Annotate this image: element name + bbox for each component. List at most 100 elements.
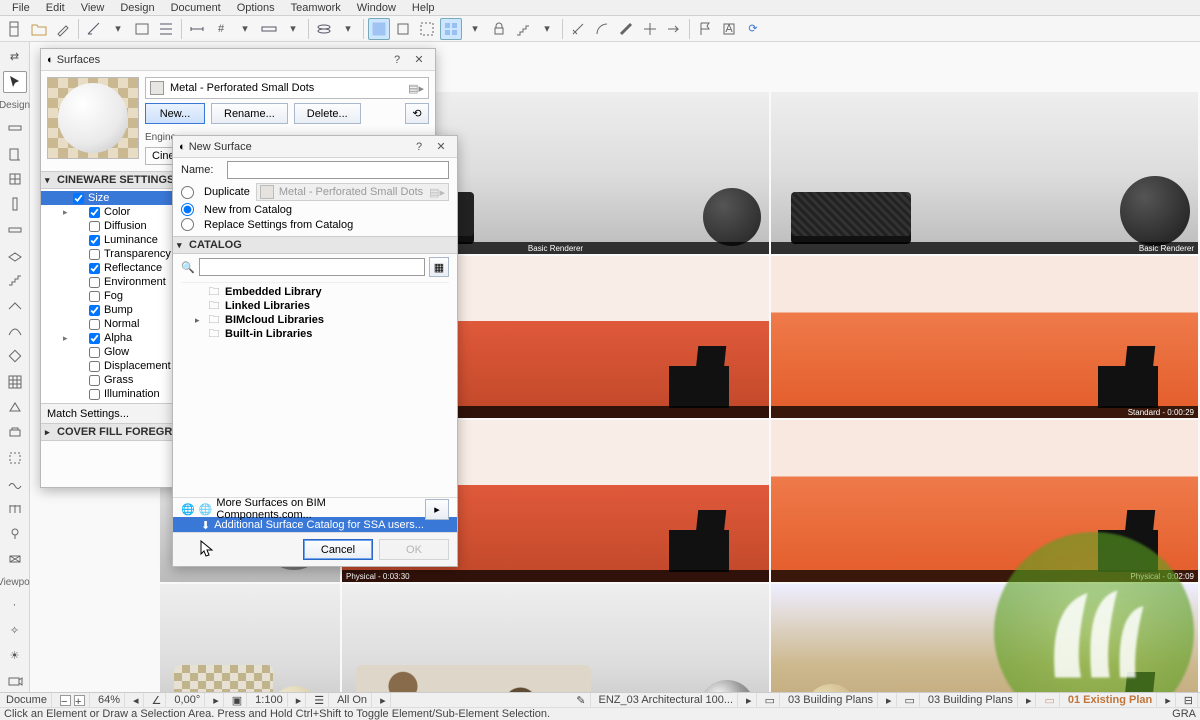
beam-icon[interactable]: [3, 219, 27, 240]
chevron-down-icon[interactable]: ▾: [282, 18, 304, 40]
more-surfaces-link[interactable]: 🌐 🌐 More Surfaces on BIM Components.com.…: [173, 501, 457, 517]
cancel-button[interactable]: Cancel: [303, 539, 373, 560]
plan-tab-1[interactable]: 03 Building Plans: [784, 693, 878, 707]
list-icon[interactable]: [155, 18, 177, 40]
setting-checkbox[interactable]: [89, 207, 100, 218]
chevron-right-icon[interactable]: ▸: [1165, 694, 1171, 707]
material-preview[interactable]: [47, 77, 139, 159]
grid-icon[interactable]: [440, 18, 462, 40]
flag-icon[interactable]: [694, 18, 716, 40]
menu-design[interactable]: Design: [112, 2, 162, 14]
marquee-icon[interactable]: [416, 18, 438, 40]
zone-icon[interactable]: [3, 447, 27, 468]
setting-checkbox[interactable]: [89, 319, 100, 330]
setting-checkbox[interactable]: [89, 347, 100, 358]
render-thumb[interactable]: [342, 584, 769, 692]
setting-checkbox[interactable]: [89, 361, 100, 372]
menu-document[interactable]: Document: [163, 2, 229, 14]
layer-icon[interactable]: [313, 18, 335, 40]
setting-checkbox[interactable]: [89, 277, 100, 288]
menu-file[interactable]: File: [4, 2, 38, 14]
coord-x[interactable]: 0,00°: [170, 693, 205, 707]
refresh-icon[interactable]: ⟳: [742, 18, 764, 40]
brush-icon[interactable]: [52, 18, 74, 40]
render-thumb[interactable]: Basic Renderer: [771, 92, 1198, 254]
catalog-header[interactable]: ▾CATALOG: [173, 236, 457, 254]
chevron-right-icon[interactable]: ▸: [886, 694, 892, 707]
cursor-icon[interactable]: [3, 71, 27, 92]
zoom-value[interactable]: 64%: [94, 693, 125, 707]
layer-combo[interactable]: All On: [333, 693, 372, 707]
nav-prev-icon[interactable]: ◂: [133, 694, 139, 707]
target-icon[interactable]: ✧: [3, 620, 27, 641]
zoom-in-icon[interactable]: +: [74, 695, 85, 706]
chevron-right-icon[interactable]: ▸: [1026, 694, 1032, 707]
setting-checkbox[interactable]: [89, 375, 100, 386]
grid-view-icon[interactable]: ▦: [429, 257, 449, 277]
delete-button[interactable]: Delete...: [294, 103, 361, 124]
setting-checkbox[interactable]: [89, 249, 100, 260]
catalog-search-input[interactable]: [199, 258, 425, 276]
menu-edit[interactable]: Edit: [38, 2, 73, 14]
menu-options[interactable]: Options: [229, 2, 283, 14]
chevron-right-icon[interactable]: ▸: [746, 694, 752, 707]
shell-icon[interactable]: [3, 320, 27, 341]
chevron-down-icon[interactable]: ▾: [536, 18, 558, 40]
library-embedded-library[interactable]: 🗀Embedded Library: [181, 285, 449, 299]
lock-icon[interactable]: [488, 18, 510, 40]
close-icon[interactable]: ✕: [431, 139, 451, 155]
extend-icon[interactable]: [663, 18, 685, 40]
wall-icon[interactable]: [3, 118, 27, 139]
section-icon[interactable]: [392, 18, 414, 40]
status-tab[interactable]: Docume: [2, 693, 52, 707]
help-button[interactable]: ?: [387, 52, 407, 68]
zoom-out-icon[interactable]: −: [60, 695, 71, 706]
plan-tab-2[interactable]: 03 Building Plans: [924, 693, 1018, 707]
modelview-combo[interactable]: ENZ_03 Architectural 100...: [595, 693, 739, 707]
column-icon[interactable]: [3, 194, 27, 215]
ruler-icon[interactable]: [258, 18, 280, 40]
snap-icon[interactable]: #: [210, 18, 232, 40]
open-icon[interactable]: [28, 18, 50, 40]
setting-checkbox[interactable]: [89, 263, 100, 274]
material-name-field[interactable]: Metal - Perforated Small Dots ▤▸: [145, 77, 429, 99]
morph-icon[interactable]: [3, 396, 27, 417]
lamp-icon[interactable]: [3, 523, 27, 544]
chevron-down-icon[interactable]: ▾: [107, 18, 129, 40]
setting-checkbox[interactable]: [73, 193, 84, 204]
more-icon[interactable]: ⊟: [1184, 694, 1193, 707]
menu-teamwork[interactable]: Teamwork: [283, 2, 349, 14]
trim-icon[interactable]: [639, 18, 661, 40]
roof-icon[interactable]: [3, 295, 27, 316]
arc-icon[interactable]: [591, 18, 613, 40]
go-icon[interactable]: ▸: [425, 499, 449, 520]
window-icon[interactable]: [3, 168, 27, 189]
sun-icon[interactable]: ☀: [3, 645, 27, 666]
mesh-icon[interactable]: [3, 472, 27, 493]
setting-checkbox[interactable]: [89, 305, 100, 316]
dropdown-icon[interactable]: ▤▸: [408, 82, 424, 95]
library-built-in-libraries[interactable]: 🗀Built-in Libraries: [181, 327, 449, 341]
slab-icon[interactable]: [3, 244, 27, 265]
library-bimcloud-libraries[interactable]: ▸🗀BIMcloud Libraries: [181, 313, 449, 327]
center-icon[interactable]: ·: [3, 595, 27, 616]
dim-icon[interactable]: [186, 18, 208, 40]
3d-window-icon[interactable]: [368, 18, 390, 40]
duplicate-radio[interactable]: [181, 186, 194, 199]
match-settings-link[interactable]: Match Settings...: [47, 408, 129, 420]
new-button[interactable]: New...: [145, 103, 205, 124]
nav-next-icon[interactable]: ▸: [296, 694, 302, 707]
stairs-icon[interactable]: [512, 18, 534, 40]
view-icon[interactable]: [131, 18, 153, 40]
object-icon[interactable]: [3, 422, 27, 443]
setting-checkbox[interactable]: [89, 333, 100, 344]
door-icon[interactable]: [3, 143, 27, 164]
nav-next-icon[interactable]: ▸: [213, 694, 219, 707]
curtain-wall-icon[interactable]: [3, 371, 27, 392]
replace-from-catalog-radio[interactable]: [181, 218, 194, 231]
rename-button[interactable]: Rename...: [211, 103, 288, 124]
opening-icon[interactable]: [3, 548, 27, 569]
ssa-catalog-link[interactable]: ⬇ Additional Surface Catalog for SSA use…: [173, 517, 457, 533]
scale-value[interactable]: 1:100: [251, 693, 288, 707]
menu-view[interactable]: View: [73, 2, 113, 14]
